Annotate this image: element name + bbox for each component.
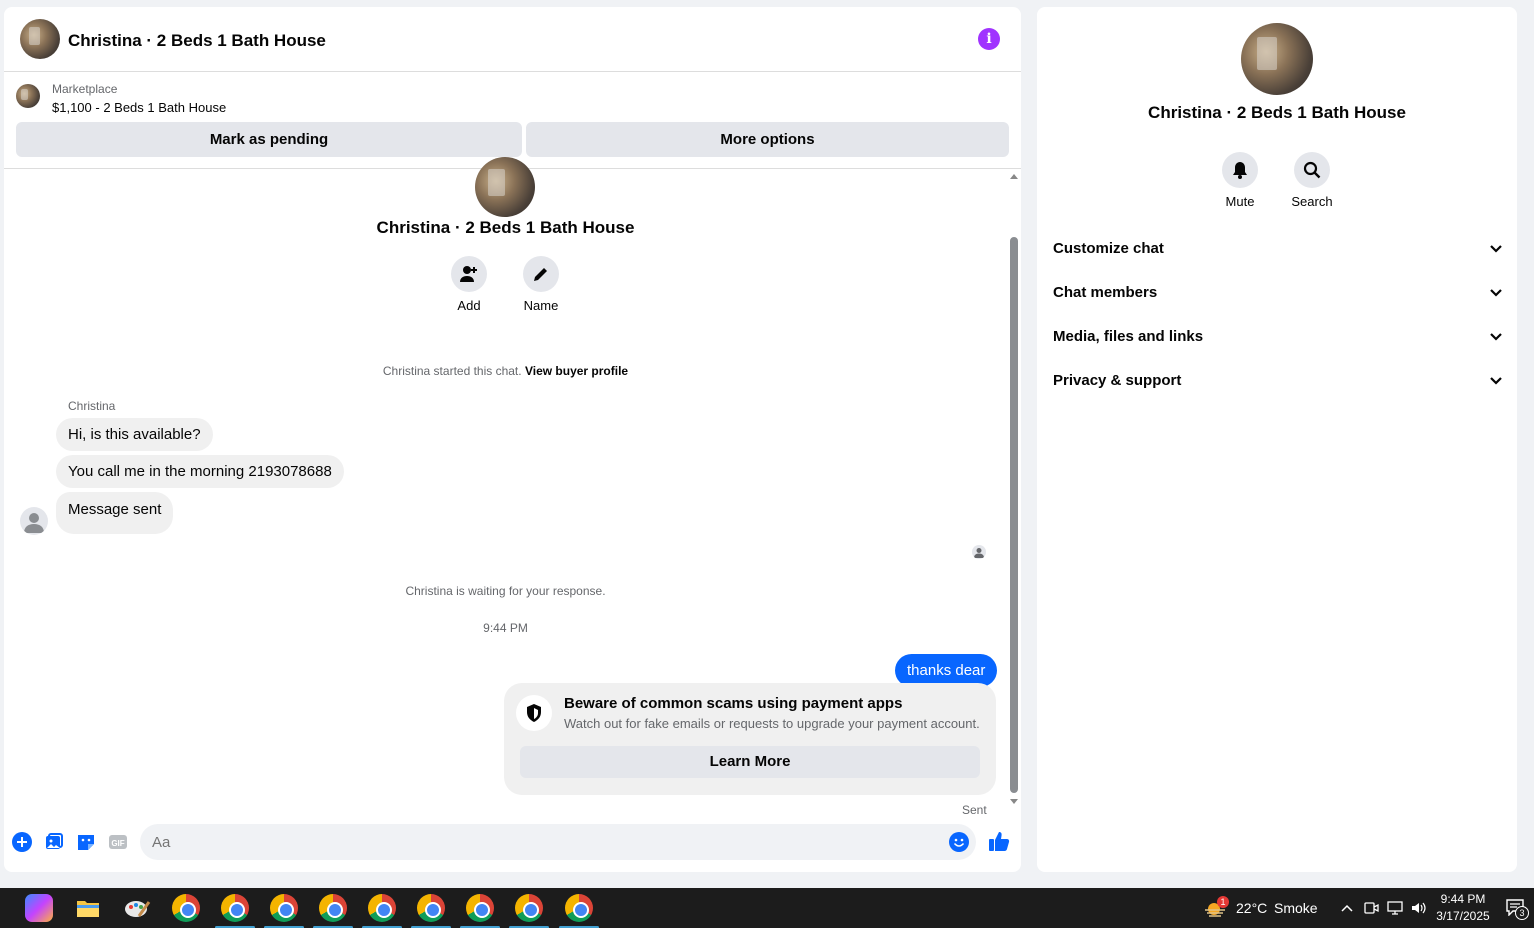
add-label: Add <box>457 298 481 313</box>
chrome-icon[interactable] <box>362 894 402 928</box>
photo-icon[interactable] <box>44 832 64 852</box>
chrome-icon[interactable] <box>215 894 255 928</box>
bell-icon <box>1222 152 1258 188</box>
sender-avatar <box>20 507 48 535</box>
volume-icon[interactable] <box>1411 900 1427 916</box>
marketplace-listing-bar: Marketplace $1,100 - 2 Beds 1 Bath House… <box>4 72 1021 169</box>
paint-icon[interactable] <box>123 894 151 922</box>
search-label: Search <box>1291 194 1333 209</box>
name-action[interactable]: Name <box>511 256 571 313</box>
copilot-icon[interactable] <box>25 894 53 922</box>
weather-temp: 22°C <box>1236 900 1268 916</box>
mute-label: Mute <box>1225 194 1255 209</box>
info-title: Christina · 2 Beds 1 Bath House <box>1148 103 1406 122</box>
composer-bar: GIF <box>4 812 1021 872</box>
started-text: Christina started this chat. <box>382 364 522 378</box>
read-receipt-avatar <box>972 545 986 559</box>
chevron-down-icon <box>1489 276 1503 323</box>
windows-taskbar: 1 22°C Smoke 9:44 PM 3/17/2025 3 <box>0 888 1534 928</box>
privacy-support-section[interactable]: Privacy & support <box>1053 364 1503 398</box>
search-icon <box>1294 152 1330 188</box>
chrome-icon[interactable] <box>460 894 500 928</box>
chrome-icon[interactable] <box>559 894 599 928</box>
customize-chat-section[interactable]: Customize chat <box>1053 232 1503 266</box>
chevron-down-icon <box>1489 320 1503 367</box>
gif-icon[interactable]: GIF <box>108 832 128 852</box>
incoming-message[interactable]: Message sent <box>56 492 174 534</box>
thread-scrollbar[interactable] <box>1007 169 1021 809</box>
sticker-icon[interactable] <box>76 832 96 852</box>
name-label: Name <box>523 298 559 313</box>
add-person-icon <box>451 256 487 292</box>
pencil-icon <box>523 256 559 292</box>
mute-action[interactable]: Mute <box>1210 152 1270 209</box>
weather-description: Smoke <box>1274 900 1318 916</box>
chat-header: Christina · 2 Beds 1 Bath House i <box>4 7 1021 72</box>
scroll-thumb[interactable] <box>1010 237 1018 793</box>
mark-as-pending-button[interactable]: Mark as pending <box>16 122 522 157</box>
meet-now-icon[interactable] <box>1363 900 1379 916</box>
scroll-down-arrow[interactable] <box>1010 799 1018 804</box>
chrome-icon[interactable] <box>509 894 549 928</box>
info-avatar[interactable] <box>1241 23 1313 95</box>
section-label: Media, files and links <box>1053 328 1204 345</box>
message-timestamp: 9:44 PM <box>483 621 528 635</box>
clock-time: 9:44 PM <box>1440 892 1486 906</box>
scam-warning-card: Beware of common scams using payment app… <box>504 683 996 795</box>
scam-warning-title: Beware of common scams using payment app… <box>564 695 903 712</box>
chevron-up-icon[interactable] <box>1339 900 1355 916</box>
message-thread: Christina · 2 Beds 1 Bath House Add Name… <box>4 157 1007 817</box>
message-input[interactable] <box>140 824 976 860</box>
network-icon[interactable] <box>1387 900 1403 916</box>
chat-panel: Christina · 2 Beds 1 Bath House i Market… <box>4 7 1021 872</box>
sender-name: Christina <box>68 399 116 413</box>
view-buyer-profile-link[interactable]: View buyer profile <box>525 364 628 378</box>
listing-thumbnail[interactable] <box>16 84 40 108</box>
thumbs-up-icon[interactable] <box>988 830 1010 852</box>
chat-members-section[interactable]: Chat members <box>1053 276 1503 310</box>
chevron-down-icon <box>1489 364 1503 411</box>
emoji-icon[interactable] <box>949 832 969 852</box>
waiting-notice: Christina is waiting for your response. <box>405 584 606 598</box>
chrome-icon[interactable] <box>411 894 451 928</box>
file-explorer-icon[interactable] <box>74 894 102 922</box>
listing-price-title[interactable]: $1,100 - 2 Beds 1 Bath House <box>52 100 226 115</box>
weather-alert-badge: 1 <box>1217 896 1229 908</box>
media-files-links-section[interactable]: Media, files and links <box>1053 320 1503 354</box>
scroll-up-arrow[interactable] <box>1010 174 1018 179</box>
clock[interactable]: 9:44 PM 3/17/2025 <box>1432 891 1494 925</box>
thread-title: Christina · 2 Beds 1 Bath House <box>376 218 635 237</box>
section-label: Chat members <box>1053 284 1158 301</box>
chat-started-notice: Christina started this chat. View buyer … <box>4 364 1007 378</box>
chrome-icon[interactable] <box>313 894 353 928</box>
add-people-action[interactable]: Add <box>439 256 499 313</box>
clock-date: 3/17/2025 <box>1436 909 1490 923</box>
search-action[interactable]: Search <box>1282 152 1342 209</box>
weather-widget[interactable]: 1 22°C Smoke <box>1202 888 1327 928</box>
thread-avatar <box>475 157 535 217</box>
chevron-down-icon <box>1489 232 1503 279</box>
chrome-icon[interactable] <box>264 894 304 928</box>
chat-title[interactable]: Christina · 2 Beds 1 Bath House <box>68 31 326 51</box>
shield-icon <box>516 695 552 731</box>
marketplace-label: Marketplace <box>52 82 118 96</box>
incoming-message[interactable]: You call me in the morning 2193078688 <box>56 455 344 488</box>
section-label: Privacy & support <box>1053 372 1182 389</box>
info-icon[interactable]: i <box>978 28 1000 50</box>
notification-icon[interactable]: 3 <box>1505 898 1529 920</box>
conversation-info-panel: Christina · 2 Beds 1 Bath House Mute Sea… <box>1037 7 1517 872</box>
plus-circle-icon[interactable] <box>12 832 32 852</box>
svg-text:GIF: GIF <box>111 839 124 848</box>
chat-avatar[interactable] <box>20 19 60 59</box>
section-label: Customize chat <box>1053 240 1164 257</box>
chrome-icon[interactable] <box>172 894 200 922</box>
notification-count-badge: 3 <box>1515 906 1529 920</box>
scam-warning-subtitle: Watch out for fake emails or requests to… <box>564 716 980 731</box>
learn-more-button[interactable]: Learn More <box>520 746 980 778</box>
more-options-button[interactable]: More options <box>526 122 1009 157</box>
incoming-message[interactable]: Hi, is this available? <box>56 418 213 451</box>
